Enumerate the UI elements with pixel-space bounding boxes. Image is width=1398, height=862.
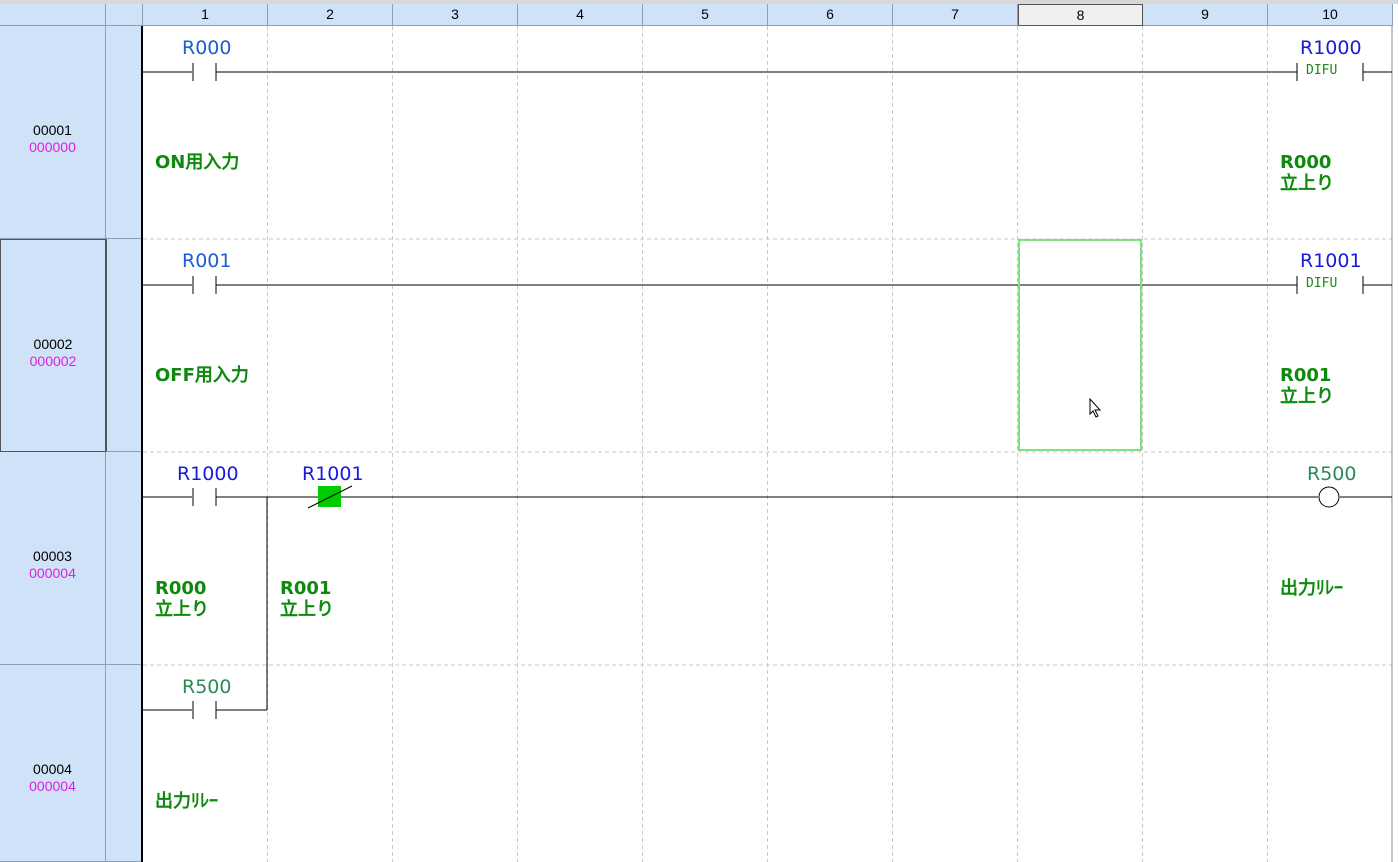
coil-comment: 出力ﾘﾚｰ [1280,578,1343,599]
nc-contact-highlight[interactable] [318,486,341,507]
function-label: DIFU [1306,276,1338,291]
coil-label[interactable]: R1001 [1300,250,1362,272]
mouse-pointer-icon [1089,397,1102,418]
contact-comment: 出力ﾘﾚｰ [155,791,218,812]
contact-comment: ON用入力 [155,152,240,173]
contact-comment-1: R001 [280,578,332,599]
ladder-diagram[interactable] [0,0,1398,862]
coil-comment-1: R001 [1280,365,1332,386]
contact-comment-2: 立上り [155,599,209,620]
cell-cursor[interactable] [1018,239,1142,451]
coil-comment-2: 立上り [1280,386,1334,407]
contact-comment: OFF用入力 [155,365,249,386]
contact-comment-2: 立上り [280,599,334,620]
coil-label[interactable]: R500 [1307,463,1356,485]
contact-label[interactable]: R1001 [302,463,364,485]
coil-label[interactable]: R1000 [1300,37,1362,59]
coil-comment-2: 立上り [1280,173,1334,194]
grid-lines [143,26,1392,862]
contact-label[interactable]: R001 [182,250,231,272]
contact-label[interactable]: R500 [182,676,231,698]
coil-symbol[interactable] [1318,486,1340,508]
contact-comment-1: R000 [155,578,207,599]
rung-4 [142,701,267,719]
contact-label[interactable]: R000 [182,37,231,59]
function-label: DIFU [1306,63,1338,78]
coil-comment-1: R000 [1280,152,1332,173]
contact-label[interactable]: R1000 [177,463,239,485]
